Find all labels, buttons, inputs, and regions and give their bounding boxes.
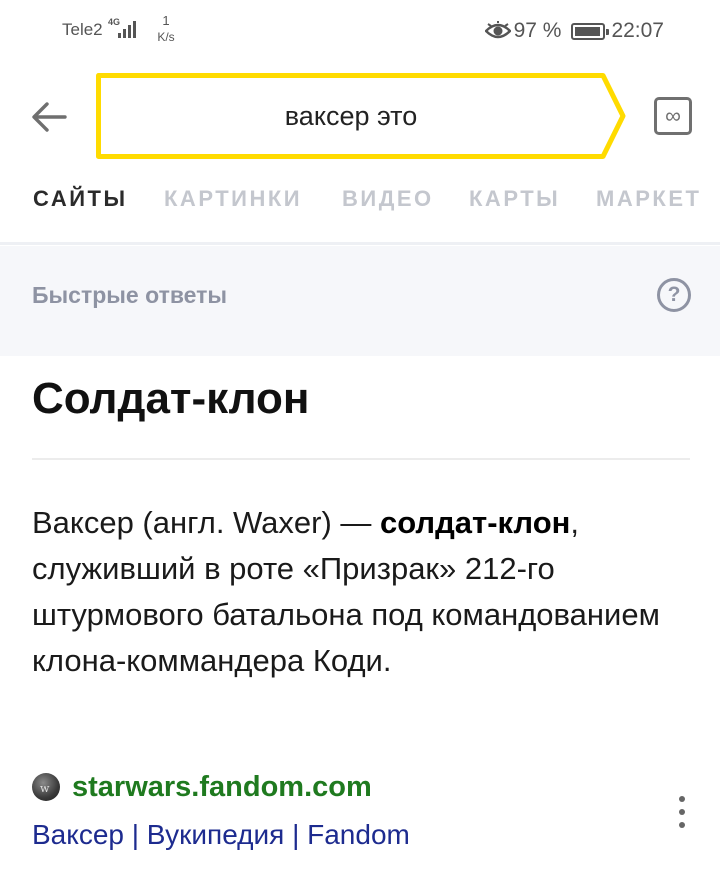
eye-icon	[484, 21, 511, 39]
battery-percent: 97 %	[513, 19, 562, 42]
more-options-icon[interactable]	[670, 794, 694, 830]
source-domain: starwars.fandom.com	[72, 770, 372, 803]
answer-title: Солдат-клон	[32, 374, 310, 423]
tab-video[interactable]: ВИДЕО	[342, 186, 434, 212]
status-right: 97 % 22:07	[484, 19, 664, 43]
question-mark: ?	[667, 283, 681, 306]
status-bar: Tele2 4G 1 K/s 97 % 22:07	[0, 0, 720, 62]
source-link-domain[interactable]: w starwars.fandom.com	[32, 770, 372, 804]
network-speed-unit: K/s	[157, 29, 175, 44]
answer-text-bold: солдат-клон	[380, 505, 571, 540]
result-title-link[interactable]: Ваксер | Вукипедия | Fandom	[32, 819, 410, 851]
answer-text-start: Ваксер (англ. Waxer) —	[32, 505, 381, 540]
tab-sites[interactable]: САЙТЫ	[33, 186, 128, 212]
clock: 22:07	[611, 19, 664, 42]
question-circle-icon[interactable]: ?	[657, 278, 691, 312]
tabs-divider	[0, 242, 720, 245]
incognito-button[interactable]: ∞	[654, 97, 692, 135]
back-button[interactable]	[28, 96, 70, 138]
quick-answers-title: Быстрые ответы	[32, 282, 228, 308]
answer-text: Ваксер (англ. Waxer) — солдат-клон, служ…	[32, 500, 692, 684]
search-tabs: САЙТЫ КАРТИНКИ ВИДЕО КАРТЫ МАРКЕТ	[0, 186, 720, 220]
carrier-name: Tele2	[62, 20, 103, 39]
battery-icon	[571, 22, 610, 40]
network-speed-value: 1	[162, 13, 170, 28]
arrow-left-icon	[32, 102, 67, 132]
death-star-favicon-icon: w	[32, 773, 60, 801]
search-input[interactable]: ваксер это	[96, 73, 626, 159]
tab-images[interactable]: КАРТИНКИ	[164, 186, 302, 212]
network-speed: 1 K/s	[152, 14, 180, 43]
signal-bars-icon	[118, 20, 142, 38]
answer-divider	[32, 458, 690, 460]
tab-market[interactable]: МАРКЕТ	[596, 186, 701, 212]
search-query: ваксер это	[284, 100, 418, 131]
infinity-icon: ∞	[665, 103, 681, 128]
tab-maps[interactable]: КАРТЫ	[469, 186, 560, 212]
